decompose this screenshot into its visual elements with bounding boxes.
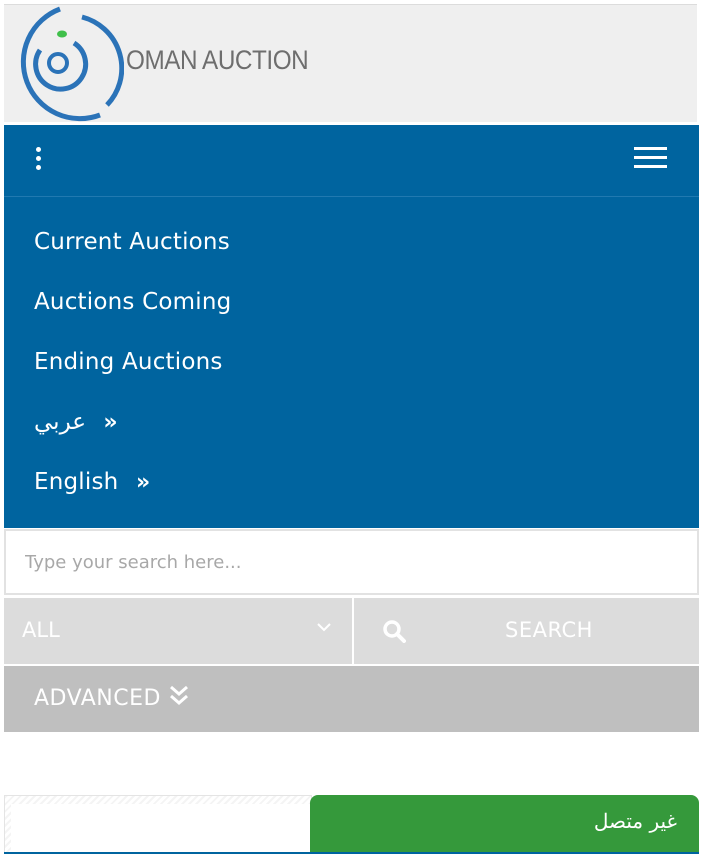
nav-item-auctions-coming[interactable]: Auctions Coming [34,257,634,317]
nav-item-label: Auctions Coming [34,289,232,315]
logo[interactable]: OMAN AUCTION [12,5,309,123]
chevron-down-icon [317,623,331,632]
nav-item-label: عربي [34,409,86,435]
nav-item-label: Current Auctions [34,229,230,255]
category-select[interactable]: ALL [4,598,352,664]
logo-text: OMAN AUCTION [126,45,309,75]
search-input[interactable] [6,531,697,593]
search-button[interactable]: SEARCH [354,598,699,664]
search-box [4,529,699,595]
nav-item-arabic[interactable]: عربي » [34,377,634,437]
double-chevron-down-icon [170,685,188,705]
nav-menu: Current Auctions Auctions Coming Ending … [34,197,634,497]
nav-item-english[interactable]: English » [34,437,634,497]
category-select-value: ALL [22,618,60,642]
kebab-menu-icon[interactable] [32,147,44,173]
site-header: OMAN AUCTION [4,4,697,122]
advanced-label: ADVANCED [34,686,161,711]
chat-panel-placeholder [4,795,312,854]
search-icon [383,620,406,643]
nav-item-ending-auctions[interactable]: Ending Auctions [34,317,634,377]
chat-status-text: غير متصل [593,809,677,833]
nav-item-label: English [34,469,119,495]
nav-item-label: Ending Auctions [34,349,223,375]
logo-mark-icon [20,6,124,122]
search-button-label: SEARCH [505,618,593,642]
navbar-top-row [4,125,699,197]
chat-status-tab[interactable]: غير متصل [310,795,699,854]
advanced-search-toggle[interactable]: ADVANCED [4,666,699,732]
double-chevron-right-icon: » [135,470,151,495]
nav-item-current-auctions[interactable]: Current Auctions [34,197,634,257]
hamburger-icon[interactable] [634,147,670,173]
main-navbar: Current Auctions Auctions Coming Ending … [4,125,699,528]
chat-panel-body [11,804,311,854]
